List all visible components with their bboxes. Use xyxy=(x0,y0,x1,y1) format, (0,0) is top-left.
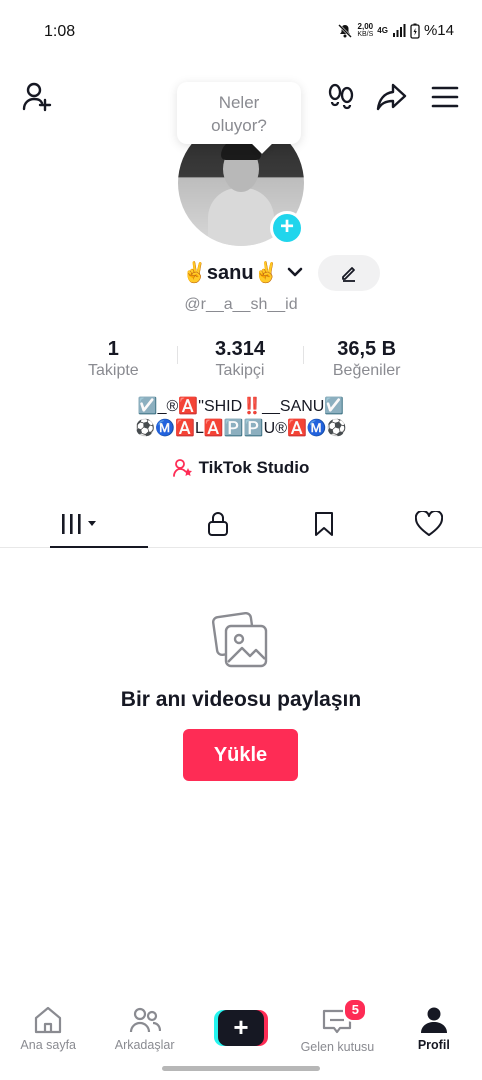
tiktok-studio-link[interactable]: TikTok Studio xyxy=(0,458,482,478)
studio-icon xyxy=(172,459,192,477)
tab-liked[interactable] xyxy=(377,500,482,547)
stat-label: Beğeniler xyxy=(332,362,401,379)
tab-videos[interactable] xyxy=(0,500,166,548)
add-friend-button[interactable] xyxy=(20,80,54,114)
bubble-line-1: Neler xyxy=(218,93,260,112)
plus-icon: + xyxy=(279,213,294,240)
tab-private[interactable] xyxy=(166,500,272,547)
speed-value: 2,00 xyxy=(357,21,374,31)
nav-home-label: Ana sayfa xyxy=(20,1038,76,1052)
add-user-icon xyxy=(22,82,52,112)
profile-icon xyxy=(420,1007,447,1033)
bookmark-icon xyxy=(314,511,333,536)
share-profile-button[interactable] xyxy=(374,80,408,114)
stat-label: Takipte xyxy=(87,362,139,379)
status-time: 1:08 xyxy=(44,23,76,40)
nav-profile-label: Profil xyxy=(417,1038,450,1052)
footprints-icon xyxy=(328,83,354,110)
nav-inbox[interactable]: 5 Gelen kutusu xyxy=(289,996,385,1062)
stat-value: 1 xyxy=(107,338,119,360)
stat-likes[interactable]: 36,5 B Beğeniler xyxy=(303,338,430,384)
upload-button[interactable]: Yükle xyxy=(183,729,298,781)
network-type: 4G xyxy=(377,26,388,35)
chevron-down-icon[interactable] xyxy=(286,263,304,281)
battery-icon xyxy=(410,23,420,39)
add-avatar-button[interactable]: + xyxy=(270,211,304,245)
nav-friends-label: Arkadaşlar xyxy=(114,1038,175,1052)
home-indicator[interactable] xyxy=(162,1066,320,1071)
inbox-badge: 5 xyxy=(343,998,368,1022)
nav-friends[interactable]: Arkadaşlar xyxy=(96,996,192,1062)
network-speed: 2,00 KB/S xyxy=(357,21,374,39)
stat-followers[interactable]: 3.314 Takipçi xyxy=(176,338,304,384)
avatar-shirt xyxy=(208,188,274,246)
pencil-icon xyxy=(342,267,355,282)
stat-value: 36,5 B xyxy=(337,338,397,360)
nav-home[interactable]: Ana sayfa xyxy=(0,996,96,1062)
display-name[interactable]: ✌️sanu✌️ xyxy=(182,260,278,285)
stat-following[interactable]: 1 Takipte xyxy=(50,338,177,384)
menu-button[interactable] xyxy=(428,80,462,114)
bubble-line-2: oluyor? xyxy=(211,116,267,135)
nav-profile[interactable]: Profil xyxy=(386,996,482,1062)
create-button[interactable]: + xyxy=(214,1010,269,1046)
stat-label: Takipçi xyxy=(215,362,265,379)
friends-icon xyxy=(129,1007,161,1033)
name-row: ✌️sanu✌️ xyxy=(0,255,482,291)
edit-profile-button[interactable] xyxy=(318,255,380,291)
status-icons: 2,00 KB/S 4G %14 xyxy=(337,22,454,39)
nav-create[interactable]: + xyxy=(193,996,289,1062)
speed-unit: KB/S xyxy=(357,30,374,38)
hamburger-icon xyxy=(431,86,459,108)
grid-icon xyxy=(62,513,96,534)
status-bar: 1:08 2,00 KB/S 4G %14 xyxy=(0,0,482,62)
battery-level: %14 xyxy=(423,22,454,39)
nav-inbox-label: Gelen kutusu xyxy=(300,1040,375,1054)
bottom-nav: Ana sayfa Arkadaşlar + 5 Gelen kutusu Pr… xyxy=(0,996,482,1062)
bio: ☑️_®🅰️"SHID‼️__SANU☑️ ⚽Ⓜ️🅰️L🅰️🅿️🅿️U®🅰️Ⓜ️… xyxy=(0,396,482,440)
empty-state-text: Bir anı videosu paylaşın xyxy=(120,688,362,711)
signal-icon xyxy=(392,23,406,37)
profile-views-button[interactable] xyxy=(324,80,358,114)
profile-stats: 1 Takipte 3.314 Takipçi 36,5 B Beğeniler xyxy=(50,338,430,384)
content-tabs xyxy=(0,500,482,548)
tab-saved[interactable] xyxy=(271,500,377,547)
studio-label: TikTok Studio xyxy=(198,458,310,477)
share-icon xyxy=(376,83,407,111)
heart-icon xyxy=(415,510,444,536)
photo-stack-icon xyxy=(212,612,268,668)
bio-line-1: ☑️_®🅰️"SHID‼️__SANU☑️ xyxy=(137,398,345,415)
mute-icon xyxy=(338,23,353,38)
bio-line-2: ⚽Ⓜ️🅰️L🅰️🅿️🅿️U®🅰️Ⓜ️⚽ xyxy=(135,420,347,437)
stat-value: 3.314 xyxy=(214,338,266,360)
username: @r__a__sh__id xyxy=(184,296,298,313)
home-icon xyxy=(35,1006,62,1034)
status-bubble[interactable]: Neler oluyor? xyxy=(177,82,301,144)
plus-icon: + xyxy=(218,1010,265,1046)
lock-icon xyxy=(208,511,229,536)
